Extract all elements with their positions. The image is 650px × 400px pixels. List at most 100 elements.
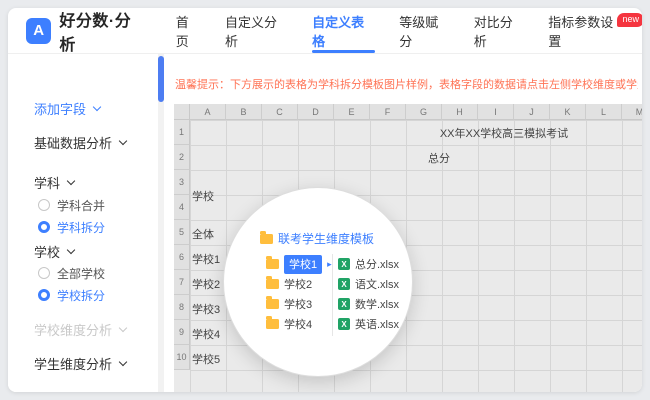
- column-header: D: [298, 104, 334, 120]
- file-item-1: X 总分.xlsx: [338, 254, 399, 274]
- row-header: 3: [174, 170, 190, 195]
- column-header: B: [226, 104, 262, 120]
- add-field-label: 添加字段: [34, 101, 87, 117]
- file-label: 数学.xlsx: [355, 299, 399, 311]
- row-header: 5: [174, 220, 190, 245]
- row-header: 2: [174, 145, 190, 170]
- excel-icon: X: [338, 278, 350, 290]
- row-header: 10: [174, 345, 190, 370]
- submenu-arrow-icon: ▸: [327, 258, 332, 269]
- school-group-label: 学校: [34, 244, 61, 260]
- nav-item-label: 首页: [175, 14, 189, 49]
- row-header: 1: [174, 120, 190, 145]
- row-group-header-cell: 学校: [192, 191, 214, 203]
- add-field-button[interactable]: 添加字段: [8, 96, 158, 120]
- option-label: 学科拆分: [57, 220, 106, 235]
- magnifier-files: X 总分.xlsx X 语文.xlsx X 数学.xlsx X 英语.xlsx: [338, 254, 399, 334]
- folder-item-2: 学校2: [266, 274, 332, 294]
- folder-icon: [266, 296, 279, 309]
- file-item-4: X 英语.xlsx: [338, 314, 399, 334]
- new-badge: new: [617, 13, 642, 27]
- sidebar-item-school-dimension[interactable]: 学校维度分析: [8, 316, 158, 342]
- row-header: 6: [174, 245, 190, 270]
- column-header: K: [550, 104, 586, 120]
- folder-item-1: 学校1 ▸: [266, 254, 332, 274]
- nav-item-4[interactable]: 等级赋分: [399, 8, 450, 53]
- sidebar-group-school[interactable]: 学校: [8, 240, 158, 262]
- folder-icon: [266, 316, 279, 329]
- nav-menu: 首页 自定义分析 自定义表格 等级赋分 对比分析 指标参数设置 new: [176, 8, 642, 53]
- sheet-cell: 学校5: [192, 354, 221, 366]
- radio-icon: [38, 267, 50, 279]
- app-logo-icon: A: [26, 17, 52, 44]
- score-header-cell: 总分: [428, 153, 450, 165]
- basic-analysis-label: 基础数据分析: [34, 135, 113, 151]
- option-label: 学科合并: [57, 198, 106, 213]
- sidebar-item-student-dimension[interactable]: 学生维度分析: [8, 350, 158, 376]
- sidebar-group-subject[interactable]: 学科: [8, 170, 158, 194]
- chevron-down-icon: [118, 136, 128, 145]
- brand: A 好分数·分析: [26, 8, 146, 54]
- file-label: 总分.xlsx: [355, 259, 399, 271]
- folder-label: 学校4: [284, 319, 313, 331]
- column-headers: ABCDEFGHIJKLM: [190, 104, 642, 120]
- root-folder-item: 联考学生维度模板: [260, 230, 374, 247]
- top-navbar: A 好分数·分析 首页 自定义分析 自定义表格 等级赋分 对比分析 指标参数设置 new: [8, 8, 642, 54]
- root-folder-label: 联考学生维度模板: [278, 232, 375, 246]
- exam-title-cell: XX年XX学校高三模拟考试: [439, 128, 569, 140]
- folder-label: 学校1: [284, 254, 323, 274]
- row-header: 4: [174, 195, 190, 220]
- column-header: E: [334, 104, 370, 120]
- radio-icon: [38, 199, 50, 211]
- row-header: 8: [174, 295, 190, 320]
- file-item-2: X 语文.xlsx: [338, 274, 399, 294]
- app-window: A 好分数·分析 首页 自定义分析 自定义表格 等级赋分 对比分析 指标参数设置 new 添…: [8, 8, 642, 392]
- column-header: G: [406, 104, 442, 120]
- nav-item-1[interactable]: 首页: [176, 8, 201, 53]
- column-header: A: [190, 104, 226, 120]
- sidebar-scrollbar: [158, 54, 164, 392]
- column-header: H: [442, 104, 478, 120]
- option-label: 全部学校: [57, 266, 106, 281]
- folder-icon: [266, 256, 279, 269]
- folder-icon: [260, 230, 273, 244]
- school-options: 全部学校 学校拆分: [8, 262, 158, 306]
- folder-item-3: 学校3: [266, 294, 332, 314]
- sheet-cell: 学校4: [192, 329, 221, 341]
- magnifier-folders: 学校1 ▸ 学校2 学校3 学校4: [266, 254, 332, 334]
- chevron-down-icon: [118, 357, 128, 366]
- nav-item-3[interactable]: 自定义表格: [312, 8, 376, 53]
- nav-item-label: 等级赋分: [399, 14, 439, 49]
- nav-item-2[interactable]: 自定义分析: [225, 8, 288, 53]
- nav-item-label: 指标参数设置: [548, 14, 614, 49]
- column-header: L: [586, 104, 622, 120]
- magnifier-overlay: 联考学生维度模板 学校1 ▸ 学校2 学校3 学校4 X 总分.xlsx X 语文.xlsx X…: [223, 187, 413, 377]
- excel-icon: X: [338, 318, 350, 330]
- nav-item-5[interactable]: 对比分析: [474, 8, 525, 53]
- row-headers: 1 2 3 4 5 6 7 8 9 10: [174, 120, 190, 370]
- nav-item-6[interactable]: 指标参数设置 new: [548, 8, 642, 53]
- subject-group-label: 学科: [34, 175, 61, 191]
- row-header: 7: [174, 270, 190, 295]
- column-header: M: [622, 104, 642, 120]
- sidebar-item-basic-analysis[interactable]: 基础数据分析: [8, 130, 158, 154]
- file-item-3: X 数学.xlsx: [338, 294, 399, 314]
- sheet-corner: [174, 104, 190, 120]
- column-header: C: [262, 104, 298, 120]
- app-title: 好分数·分析: [59, 12, 132, 54]
- sidebar-option-subject-1[interactable]: 学科合并: [8, 194, 158, 216]
- notice-text: 温馨提示：下方展示的表格为学科拆分模板图片样例，表格字段的数据请点击左侧学校维度…: [175, 79, 638, 91]
- sheet-cell: 学校3: [192, 304, 221, 316]
- scrollbar-thumb[interactable]: [158, 56, 164, 102]
- file-label: 英语.xlsx: [355, 319, 399, 331]
- radio-icon: [38, 289, 50, 301]
- sheet-cell: 学校1: [192, 254, 221, 266]
- sidebar-option-school-1[interactable]: 全部学校: [8, 262, 158, 284]
- folder-icon: [266, 276, 279, 289]
- sidebar-option-subject-2[interactable]: 学科拆分: [8, 216, 158, 238]
- column-header: F: [370, 104, 406, 120]
- sidebar: 添加字段 基础数据分析 学科 学科合并学科拆分 学校 全部学校学校拆分 学校维度…: [8, 54, 158, 392]
- content-area: 添加字段 基础数据分析 学科 学科合并学科拆分 学校 全部学校学校拆分 学校维度…: [8, 54, 642, 392]
- column-header: I: [478, 104, 514, 120]
- sidebar-option-school-2[interactable]: 学校拆分: [8, 284, 158, 306]
